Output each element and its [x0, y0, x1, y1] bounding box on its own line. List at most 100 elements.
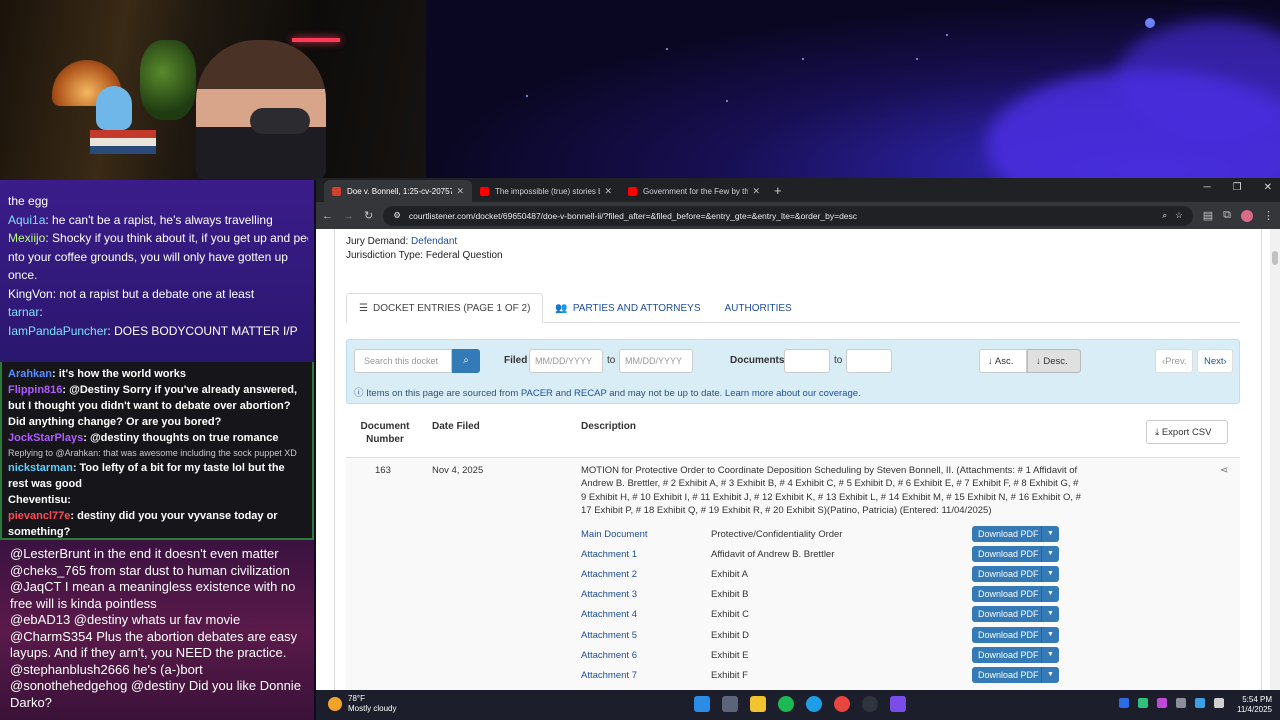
- pacer-link[interactable]: PACER: [521, 388, 553, 399]
- attachment-link[interactable]: Attachment 3: [581, 589, 637, 600]
- export-label: Export CSV: [1161, 427, 1212, 438]
- caret-down-icon[interactable]: ▼: [1041, 606, 1059, 623]
- browser-tab[interactable]: Government for the Few by the ✕: [620, 180, 768, 202]
- entry-description: MOTION for Protective Order to Coordinat…: [581, 465, 1081, 516]
- network-icon[interactable]: [1195, 698, 1205, 708]
- close-tab-icon[interactable]: ✕: [456, 186, 464, 197]
- tab-parties[interactable]: 👥 PARTIES AND ATTORNEYS: [543, 293, 712, 323]
- close-window-icon[interactable]: ✕: [1264, 182, 1272, 193]
- documents-from-input[interactable]: [784, 349, 830, 373]
- caret-down-icon[interactable]: ▼: [1041, 546, 1059, 563]
- browser-tab[interactable]: The impossible (true) stories be ✕: [472, 180, 620, 202]
- bookmark-star-icon[interactable]: ☆: [1175, 210, 1183, 221]
- tab-label: PARTIES AND ATTORNEYS: [572, 302, 701, 314]
- attachment-link[interactable]: Attachment 7: [581, 670, 637, 681]
- recap-link[interactable]: RECAP: [574, 388, 607, 399]
- tab-title: The impossible (true) stories be: [495, 186, 601, 196]
- coverage-link[interactable]: Learn more about our coverage.: [725, 388, 861, 399]
- prev-page-button[interactable]: ‹Prev.: [1155, 349, 1193, 373]
- chat-message: @LesterBrunt in the end it doesn't even …: [10, 546, 304, 563]
- tab-authorities[interactable]: AUTHORITIES: [713, 293, 804, 323]
- tray-icon[interactable]: [1119, 698, 1129, 708]
- entry-number: 163: [375, 465, 391, 476]
- taskbar-apps: [694, 696, 906, 712]
- attachment-link[interactable]: Attachment 1: [581, 549, 637, 560]
- caret-down-icon[interactable]: ▼: [1041, 566, 1059, 583]
- download-pdf-button[interactable]: Download PDF ▼: [972, 586, 1059, 603]
- attachment-link[interactable]: Main Document: [581, 529, 648, 540]
- zoom-icon[interactable]: ⌕: [1162, 210, 1167, 221]
- menu-icon[interactable]: ⋮: [1263, 209, 1274, 222]
- minimize-icon[interactable]: ─: [1204, 182, 1211, 193]
- documents-to-input[interactable]: [846, 349, 892, 373]
- caret-down-icon[interactable]: ▼: [1041, 586, 1059, 603]
- download-pdf-button[interactable]: Download PDF ▼: [972, 546, 1059, 563]
- new-tab-icon[interactable]: +: [774, 183, 782, 198]
- download-pdf-button[interactable]: Download PDF ▼: [972, 646, 1059, 663]
- chat-message: nto your coffee grounds, you will only h…: [8, 248, 308, 267]
- reload-icon[interactable]: ↻: [364, 209, 373, 222]
- vertical-scrollbar[interactable]: [1270, 229, 1280, 690]
- sort-asc-button[interactable]: ↓ Asc.: [979, 349, 1027, 373]
- export-csv-button[interactable]: ⤓ Export CSV: [1146, 420, 1228, 444]
- tray-icon[interactable]: [1138, 698, 1148, 708]
- start-icon[interactable]: [694, 696, 710, 712]
- attachment-link[interactable]: Attachment 2: [581, 569, 637, 580]
- caret-down-icon[interactable]: ▼: [1041, 666, 1059, 683]
- task-view-icon[interactable]: [722, 696, 738, 712]
- next-page-button[interactable]: Next›: [1197, 349, 1233, 373]
- caret-down-icon[interactable]: ▼: [1041, 526, 1059, 542]
- chat-text: : @destiny thoughts on true romance: [83, 432, 279, 444]
- back-icon[interactable]: ←: [322, 210, 333, 222]
- profile-avatar[interactable]: [1241, 209, 1253, 222]
- forward-icon[interactable]: →: [343, 210, 354, 222]
- docket-search-input[interactable]: Search this docket: [354, 349, 452, 373]
- steam-icon[interactable]: [1176, 698, 1186, 708]
- webcam-feed: [0, 0, 426, 180]
- chat-text: : he can't be a rapist, he's always trav…: [45, 212, 273, 227]
- download-pdf-button[interactable]: Download PDF ▼: [972, 666, 1059, 683]
- tab-docket-entries[interactable]: ☰ DOCKET ENTRIES (PAGE 1 OF 2): [346, 293, 544, 323]
- share-icon[interactable]: ⋖: [1220, 465, 1228, 476]
- weather-widget[interactable]: 78°F Mostly cloudy: [328, 694, 396, 714]
- app-icon[interactable]: [890, 696, 906, 712]
- browser-tab[interactable]: Doe v. Bonnell, 1:25-cv-20757 ✕: [324, 180, 472, 202]
- download-pdf-button[interactable]: Download PDF ▼: [972, 626, 1059, 643]
- search-button[interactable]: ⌕: [452, 349, 480, 373]
- chat-message: @ebAD13 @destiny whats ur fav movie: [10, 612, 304, 629]
- chat-username: KingVon: [8, 286, 53, 301]
- close-tab-icon[interactable]: ✕: [752, 186, 760, 197]
- extensions-icon[interactable]: ⧉: [1223, 209, 1231, 222]
- extension-icon[interactable]: ▤: [1203, 209, 1213, 222]
- chat-username: nickstarman: [8, 462, 73, 474]
- obs-icon[interactable]: [862, 696, 878, 712]
- file-explorer-icon[interactable]: [750, 696, 766, 712]
- sort-desc-button[interactable]: ↓ Desc.: [1027, 349, 1081, 373]
- download-icon: ⤓: [1155, 427, 1160, 438]
- filed-from-input[interactable]: MM/DD/YYYY: [529, 349, 603, 373]
- scrollbar-thumb[interactable]: [1272, 251, 1278, 265]
- download-pdf-button[interactable]: Download PDF ▼: [972, 606, 1059, 623]
- jury-demand-link[interactable]: Defendant: [411, 236, 457, 247]
- address-bar[interactable]: ⚙ courtlistener.com/docket/69650487/doe-…: [383, 205, 1193, 226]
- tray-icon[interactable]: [1157, 698, 1167, 708]
- download-pdf-button[interactable]: Download PDF ▼: [972, 566, 1059, 583]
- download-pdf-button[interactable]: Download PDF ▼: [972, 526, 1059, 542]
- attachment-link[interactable]: Attachment 5: [581, 630, 637, 641]
- sort-desc-label: Desc.: [1043, 356, 1068, 367]
- close-tab-icon[interactable]: ✕: [604, 186, 612, 197]
- clock[interactable]: 5:54 PM 11/4/2025: [1237, 695, 1272, 715]
- caret-down-icon[interactable]: ▼: [1041, 646, 1059, 663]
- maximize-icon[interactable]: ❐: [1233, 182, 1242, 193]
- attachment-link[interactable]: Attachment 4: [581, 609, 637, 620]
- edge-icon[interactable]: [806, 696, 822, 712]
- coverage-notice: ⓘ Items on this page are sourced from PA…: [354, 385, 861, 399]
- chat-username: @sonothehedgehog: [10, 678, 128, 693]
- volume-icon[interactable]: [1214, 698, 1224, 708]
- caret-down-icon[interactable]: ▼: [1041, 626, 1059, 643]
- chrome-icon[interactable]: [834, 696, 850, 712]
- attachment-link[interactable]: Attachment 6: [581, 650, 637, 661]
- site-info-icon[interactable]: ⚙: [393, 210, 401, 221]
- filed-to-input[interactable]: MM/DD/YYYY: [619, 349, 693, 373]
- spotify-icon[interactable]: [778, 696, 794, 712]
